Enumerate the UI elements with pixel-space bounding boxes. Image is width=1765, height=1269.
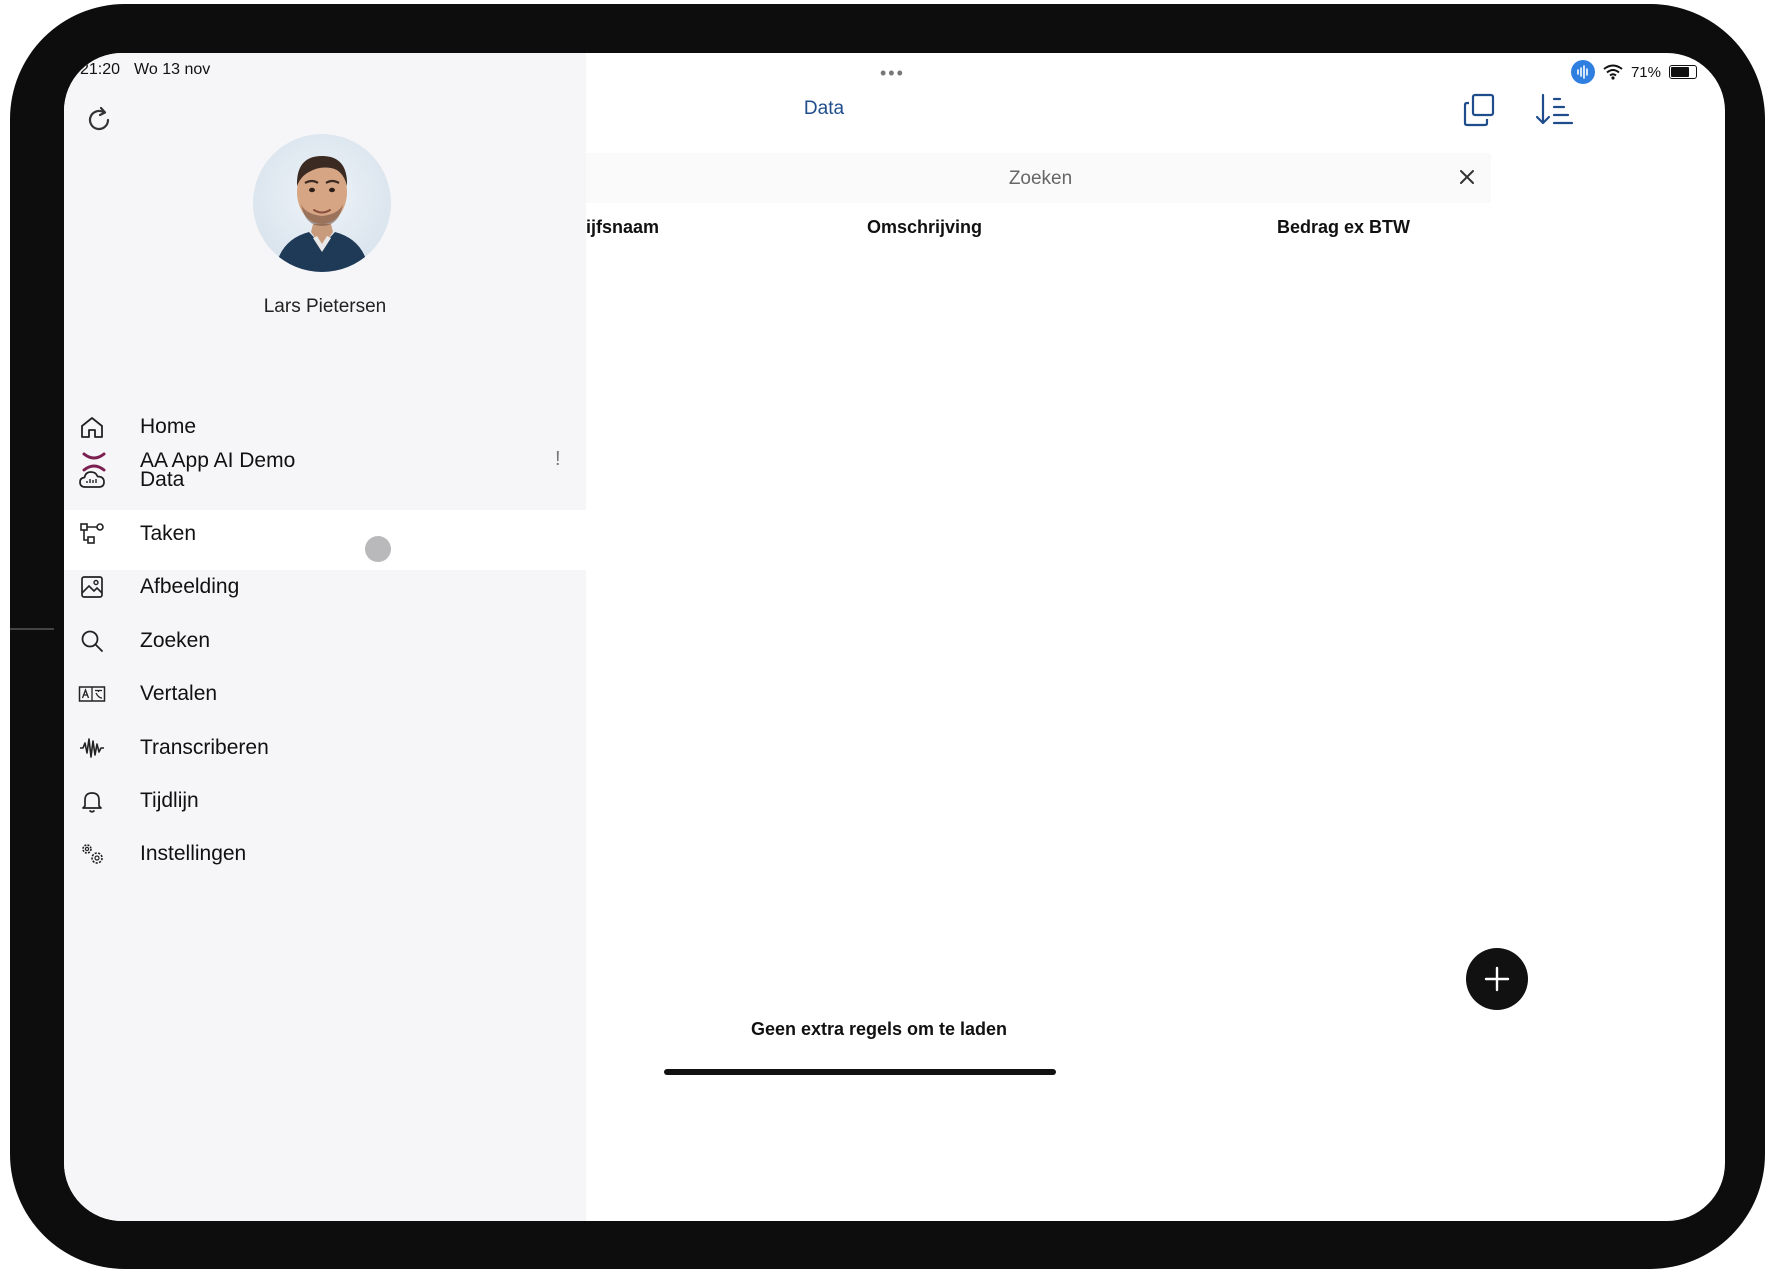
column-header-description[interactable]: Omschrijving [867, 217, 982, 238]
cloud-data-icon [79, 471, 105, 488]
sidebar-item-home[interactable]: Home [64, 403, 586, 451]
sidebar-item-label: Tijdlijn [140, 789, 199, 812]
bell-icon [82, 792, 102, 813]
screen: ••• Data ijfsnaam Omschrijving Bedrag ex… [64, 53, 1725, 1221]
sidebar-item-label: Zoeken [140, 629, 211, 652]
sidebar-item-tijdlijn[interactable]: Tijdlijn [64, 777, 586, 825]
sidebar-item-data[interactable]: Data [64, 456, 586, 504]
translate-icon [78, 686, 106, 702]
close-icon[interactable] [1457, 167, 1477, 187]
status-time: 21:20 [80, 61, 121, 78]
add-button[interactable] [1466, 948, 1528, 1010]
home-indicator[interactable] [664, 1069, 1056, 1075]
sidebar-item-label: Instellingen [140, 842, 247, 865]
sidebar-item-taken[interactable]: Taken [64, 510, 586, 558]
search-input[interactable] [586, 153, 1495, 205]
column-header-name[interactable]: ijfsnaam [586, 217, 659, 238]
workflow-icon [80, 523, 104, 544]
copy-icon[interactable] [1461, 91, 1499, 129]
search-bar [586, 153, 1495, 205]
refresh-icon[interactable] [84, 105, 114, 135]
sidebar-item-label: Home [140, 415, 197, 438]
plus-icon [1484, 966, 1510, 992]
sidebar-item-instellingen[interactable]: Instellingen [64, 830, 586, 878]
sidebar-item-zoeken[interactable]: Zoeken [64, 617, 586, 665]
avatar[interactable] [253, 134, 391, 272]
sort-icon[interactable] [1534, 91, 1574, 129]
sidebar-item-label: Afbeelding [140, 575, 240, 598]
sidebar-item-vertalen[interactable]: Vertalen [64, 670, 586, 718]
image-icon [81, 576, 103, 598]
sidebar-item-afbeelding[interactable]: Afbeelding [64, 563, 586, 611]
gears-icon [82, 844, 103, 864]
touch-indicator [365, 536, 391, 562]
navigation-drawer: 21:20 Wo 13 nov Lars Pietersen AA App AI… [64, 53, 586, 1221]
sidebar-item-label: Data [140, 468, 185, 491]
wifi-icon [1603, 64, 1623, 80]
home-icon [81, 417, 103, 438]
column-header-amount[interactable]: Bedrag ex BTW [1277, 217, 1410, 238]
microphone-active-icon [1570, 60, 1595, 84]
multitask-dots-icon[interactable]: ••• [880, 63, 905, 84]
page-title: Data [803, 98, 845, 119]
no-more-rows-message: Geen extra regels om te laden [750, 1019, 1008, 1039]
status-date: Wo 13 nov [134, 61, 211, 78]
user-name: Lars Pietersen [263, 296, 387, 317]
status-indicators: 71% [1570, 60, 1697, 84]
bezel-divider [10, 628, 54, 630]
waveform-icon [80, 738, 104, 758]
battery-icon [1669, 65, 1697, 79]
sidebar-item-label: Vertalen [140, 682, 218, 705]
sidebar-item-label: Taken [140, 522, 197, 545]
search-icon [81, 630, 103, 652]
status-time-date: 21:20 Wo 13 nov [80, 61, 224, 79]
sidebar-item-label: Transcriberen [140, 736, 269, 759]
sidebar-item-transcriberen[interactable]: Transcriberen [64, 724, 586, 772]
battery-percentage: 71% [1630, 63, 1661, 81]
